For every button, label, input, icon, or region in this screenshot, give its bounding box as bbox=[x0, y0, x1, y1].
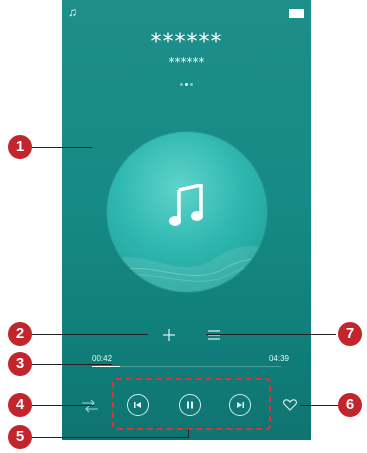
playback-controls-highlight bbox=[112, 378, 271, 430]
callout-3: 3 bbox=[8, 352, 32, 376]
callout-4: 4 bbox=[8, 393, 32, 417]
shuffle-icon[interactable] bbox=[82, 399, 98, 413]
page-dot-active bbox=[185, 83, 188, 86]
music-player-screen: ♫ ****** ****** 00:42 04:39 bbox=[62, 0, 311, 440]
callout-5-leader-v bbox=[188, 429, 189, 438]
plus-icon[interactable] bbox=[163, 329, 175, 341]
callout-2: 2 bbox=[8, 322, 32, 346]
total-time: 04:39 bbox=[268, 354, 289, 363]
page-dot bbox=[190, 83, 193, 86]
callout-7: 7 bbox=[338, 322, 362, 346]
album-art[interactable] bbox=[107, 132, 267, 292]
music-note-icon bbox=[169, 184, 203, 226]
wave-decoration bbox=[107, 246, 267, 292]
elapsed-time: 00:42 bbox=[92, 354, 113, 363]
callout-5: 5 bbox=[8, 425, 32, 449]
callout-6-leader bbox=[300, 405, 340, 406]
page-dot bbox=[180, 83, 183, 86]
callout-6: 6 bbox=[338, 393, 362, 417]
heart-icon[interactable] bbox=[283, 399, 297, 411]
list-icon[interactable] bbox=[208, 330, 220, 340]
callout-3-leader bbox=[32, 364, 112, 365]
callout-4-leader bbox=[32, 405, 94, 406]
callout-1-leader bbox=[32, 147, 92, 148]
music-note-icon: ♫ bbox=[68, 5, 77, 19]
progress-fill bbox=[92, 366, 121, 367]
song-title: ****** bbox=[150, 30, 223, 55]
callout-2-leader bbox=[32, 334, 148, 335]
callout-5-leader bbox=[32, 437, 188, 438]
page-indicator[interactable] bbox=[62, 73, 311, 91]
song-artist: ****** bbox=[168, 55, 205, 69]
callout-7-leader bbox=[206, 334, 336, 335]
battery-icon bbox=[289, 9, 304, 18]
progress-bar[interactable] bbox=[92, 366, 281, 367]
callout-1: 1 bbox=[8, 135, 32, 159]
